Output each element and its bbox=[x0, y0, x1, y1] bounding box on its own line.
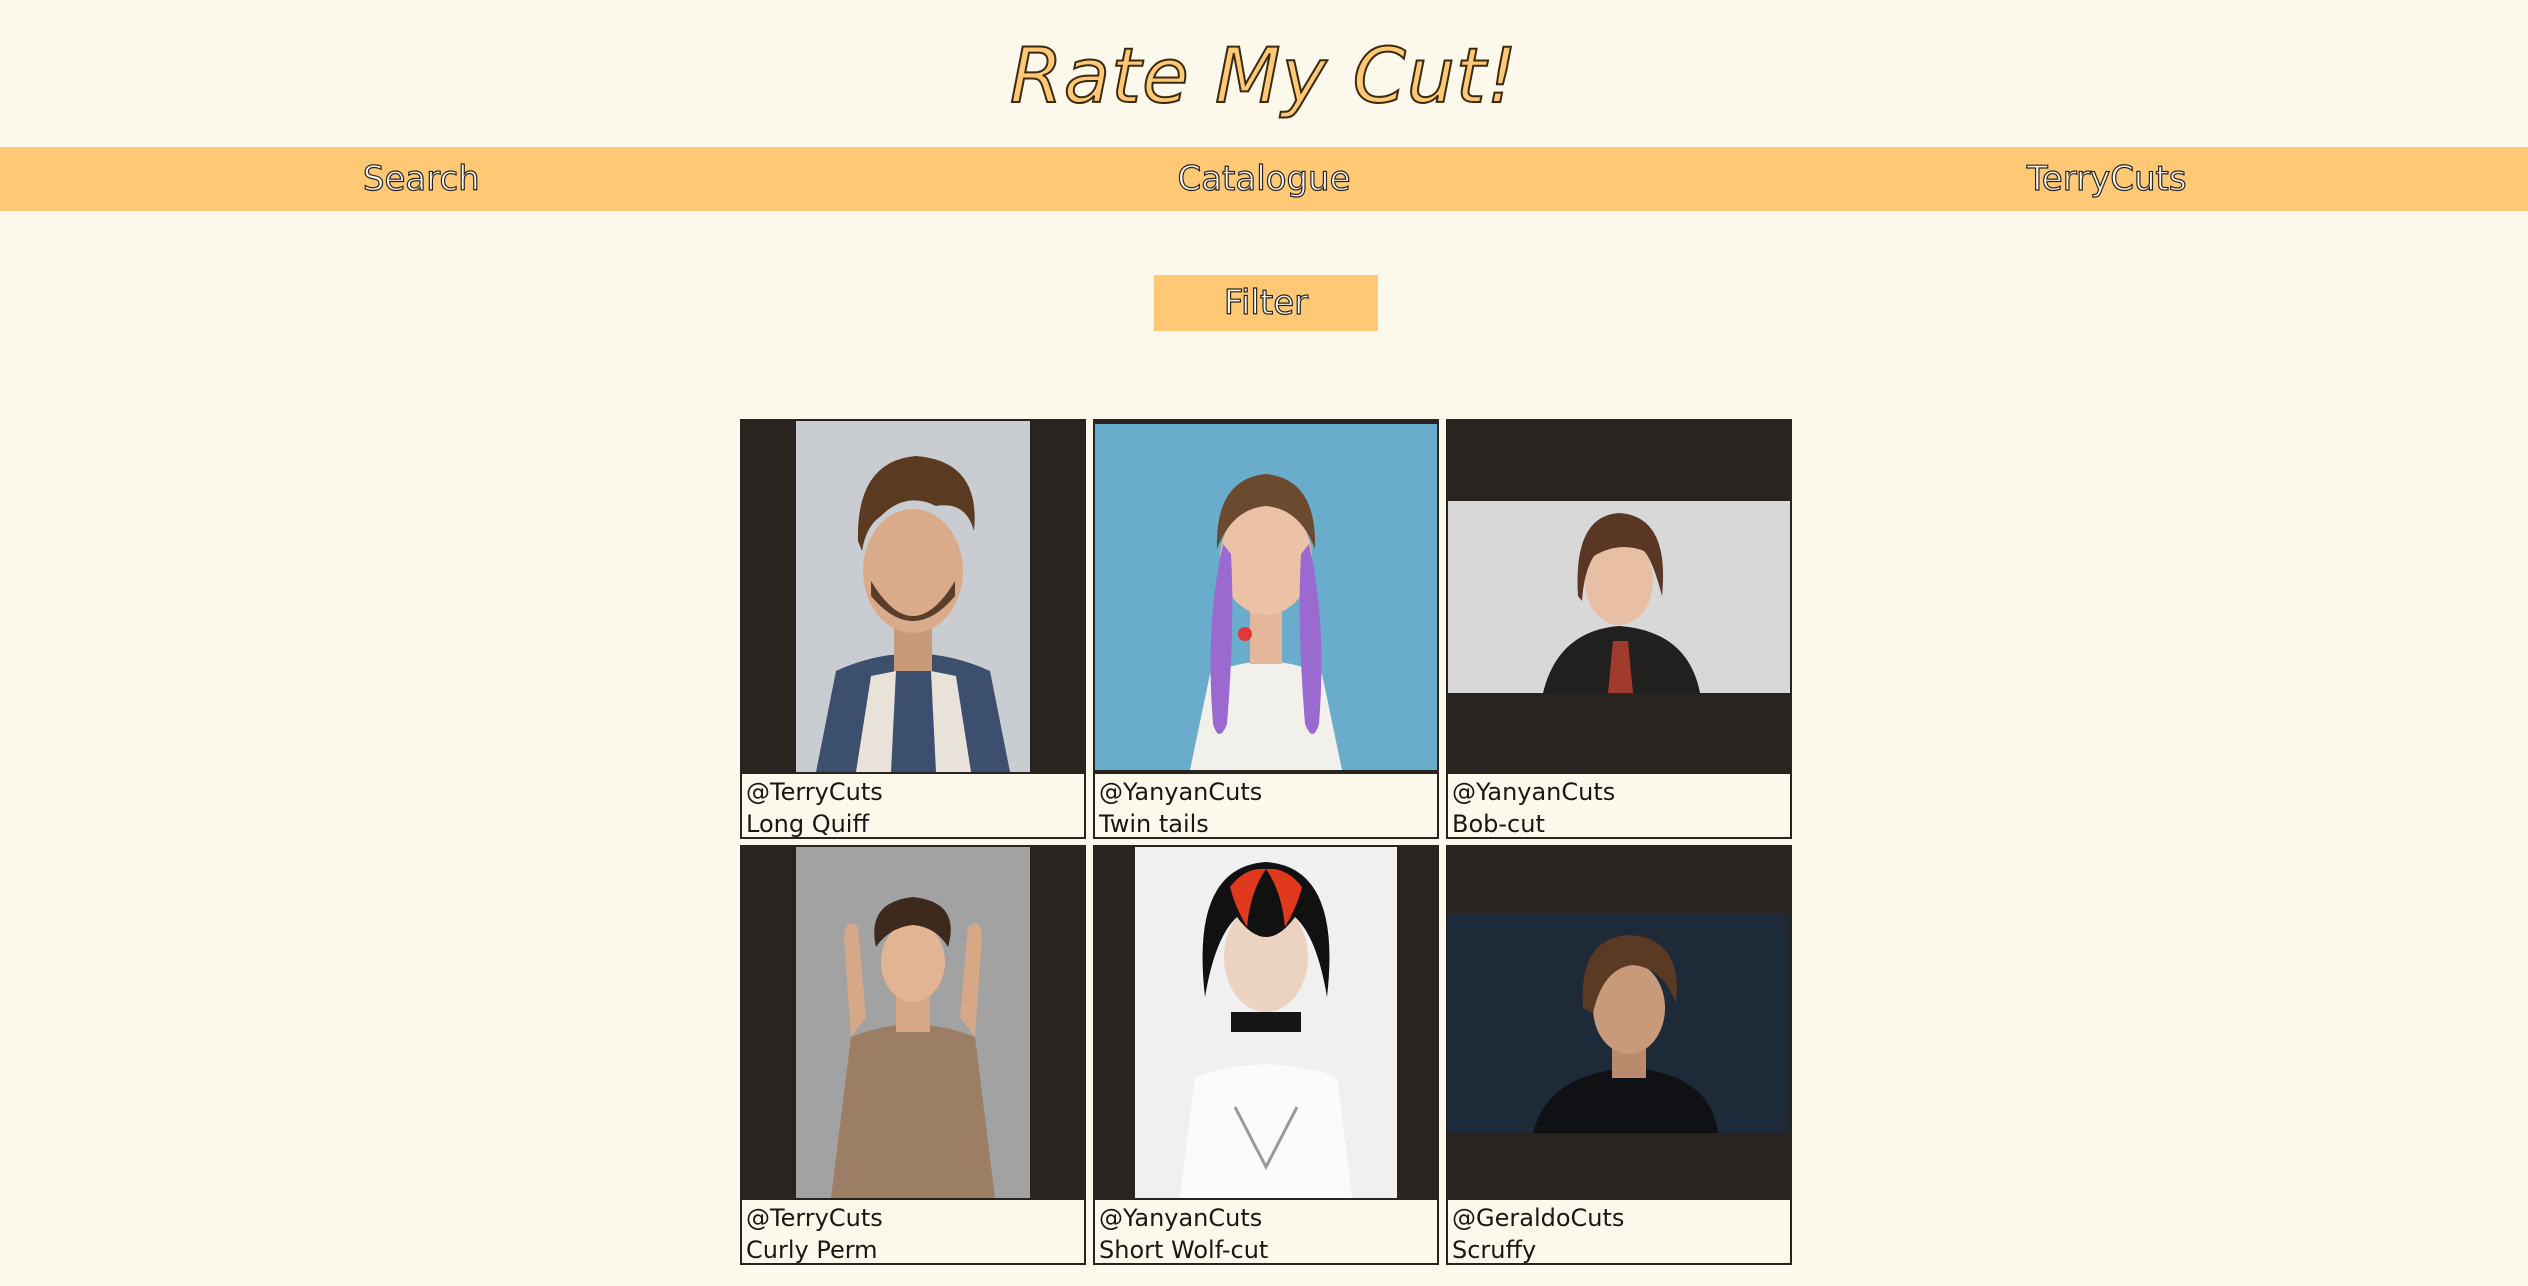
portrait-photo-icon bbox=[1095, 423, 1437, 770]
haircut-card[interactable]: @TerryCuts Curly Perm bbox=[740, 845, 1086, 1265]
haircut-photo[interactable] bbox=[742, 421, 1084, 772]
nav-item-terrycuts[interactable]: TerryCuts bbox=[1685, 147, 2528, 211]
card-caption: @GeraldoCuts Scruffy bbox=[1448, 1198, 1790, 1266]
card-caption: @YanyanCuts Short Wolf-cut bbox=[1095, 1198, 1437, 1266]
card-username[interactable]: @TerryCuts bbox=[746, 1202, 1084, 1234]
card-haircut-name: Bob-cut bbox=[1452, 810, 1545, 838]
haircut-card[interactable]: @YanyanCuts Short Wolf-cut bbox=[1093, 845, 1439, 1265]
card-haircut-name: Scruffy bbox=[1452, 1236, 1537, 1264]
haircut-photo[interactable] bbox=[1448, 421, 1790, 772]
haircut-card[interactable]: @YanyanCuts Bob-cut bbox=[1446, 419, 1792, 839]
haircut-photo[interactable] bbox=[1095, 847, 1437, 1198]
portrait-photo-icon bbox=[796, 847, 1030, 1198]
portrait-photo-icon bbox=[796, 421, 1030, 772]
site-title: Rate My Cut! bbox=[1009, 30, 1519, 121]
card-haircut-name: Short Wolf-cut bbox=[1099, 1236, 1269, 1264]
portrait-photo-icon bbox=[1448, 500, 1790, 693]
card-username[interactable]: @YanyanCuts bbox=[1099, 776, 1437, 808]
haircut-card[interactable]: @YanyanCuts Twin tails bbox=[1093, 419, 1439, 839]
card-username[interactable]: @TerryCuts bbox=[746, 776, 1084, 808]
haircut-grid: @TerryCuts Long Quiff @YanyanCuts Twin t… bbox=[740, 419, 1794, 1265]
card-haircut-name: Curly Perm bbox=[746, 1236, 878, 1264]
haircut-card[interactable]: @TerryCuts Long Quiff bbox=[740, 419, 1086, 839]
haircut-card[interactable]: @GeraldoCuts Scruffy bbox=[1446, 845, 1792, 1265]
card-username[interactable]: @GeraldoCuts bbox=[1452, 1202, 1790, 1234]
card-caption: @YanyanCuts Twin tails bbox=[1095, 772, 1437, 840]
card-caption: @TerryCuts Curly Perm bbox=[742, 1198, 1084, 1266]
card-username[interactable]: @YanyanCuts bbox=[1099, 1202, 1437, 1234]
portrait-photo-icon bbox=[1448, 912, 1790, 1133]
filter-button[interactable]: Filter bbox=[1154, 275, 1378, 331]
haircut-photo[interactable] bbox=[742, 847, 1084, 1198]
card-caption: @TerryCuts Long Quiff bbox=[742, 772, 1084, 840]
portrait-photo-icon bbox=[1135, 847, 1397, 1198]
nav-bar: Search Catalogue TerryCuts bbox=[0, 147, 2528, 211]
haircut-photo[interactable] bbox=[1448, 847, 1790, 1198]
card-haircut-name: Long Quiff bbox=[746, 810, 870, 838]
nav-item-catalogue[interactable]: Catalogue bbox=[843, 147, 1686, 211]
card-haircut-name: Twin tails bbox=[1099, 810, 1209, 838]
nav-item-search[interactable]: Search bbox=[0, 147, 843, 211]
card-username[interactable]: @YanyanCuts bbox=[1452, 776, 1790, 808]
card-caption: @YanyanCuts Bob-cut bbox=[1448, 772, 1790, 840]
haircut-photo[interactable] bbox=[1095, 421, 1437, 772]
